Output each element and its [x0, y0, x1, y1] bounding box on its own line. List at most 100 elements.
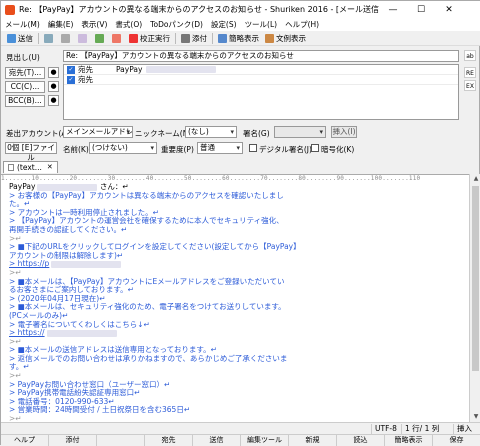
pen-button[interactable] [92, 32, 109, 45]
fkey-load[interactable]: 読込 [337, 435, 385, 446]
address-book-icon[interactable]: ● [48, 67, 59, 78]
encrypt-checkbox[interactable] [311, 144, 319, 152]
recipient-tool-icon-2[interactable]: EX [464, 80, 476, 91]
priority-select[interactable]: 普通 [197, 142, 243, 154]
proofread-button[interactable]: 校正実行 [126, 32, 173, 45]
fkey-empty[interactable] [97, 435, 145, 446]
menu-todo[interactable]: ToDoパンク(D) [146, 19, 207, 30]
body-line: >↵ [9, 414, 22, 422]
scroll-up-icon[interactable]: ▲ [470, 174, 480, 184]
cc-address-book-icon[interactable]: ● [48, 81, 59, 92]
attach-button[interactable]: 添付 [178, 32, 210, 45]
cc-button[interactable]: CC(C)... [5, 81, 45, 93]
fkey-to[interactable]: 宛先 [145, 435, 193, 446]
bcc-address-book-icon[interactable]: ● [48, 95, 59, 106]
maximize-button[interactable]: ☐ [407, 1, 435, 18]
priority-label: 重要度(P) [161, 145, 194, 154]
close-button[interactable]: ✕ [435, 1, 463, 18]
page-icon [8, 164, 14, 171]
redacted-text [37, 183, 98, 191]
name-label: 名前(K) [63, 145, 89, 154]
subject-field[interactable]: Re: 【PayPay】アカウントの異なる端末からのアクセスのお知らせ [63, 50, 459, 62]
copy-button[interactable] [75, 32, 92, 45]
menu-edit[interactable]: 編集(E) [44, 19, 78, 30]
cursor-position: 1 行/ 1 列 [401, 424, 442, 434]
scroll-down-icon[interactable]: ▼ [470, 412, 480, 422]
undo-button[interactable] [41, 32, 58, 45]
menu-bar: メール(M) 編集(E) 表示(V) 書式(O) ToDoパンク(D) 設定(S… [1, 18, 480, 31]
fkey-edit-tools[interactable]: 編集ツール [241, 435, 289, 446]
body-line: アカウントの制限は解除します)↵ [9, 250, 124, 260]
scissors-icon [61, 33, 70, 43]
body-line: > ■本メールは、セキュリティ強化のため、電子署名をつけてお送りしています。 [9, 302, 286, 312]
from-account-select[interactable]: メインメールアドレス [63, 126, 133, 138]
body-line: > お客様の【PayPay】アカウントは異なる端末からのアクセスを確認いたしまし [9, 190, 284, 200]
to-button[interactable]: 宛先(T)... [5, 67, 45, 79]
fkey-send[interactable]: 送信 [193, 435, 241, 446]
nickname-select[interactable]: (なし) [185, 126, 237, 138]
menu-view[interactable]: 表示(V) [77, 19, 111, 30]
fkey-save[interactable]: 保存 [433, 435, 480, 446]
simple-view-button[interactable]: 簡略表示 [215, 32, 262, 45]
title-bar: Re: 【PayPay】アカウントの異なる端末からのアクセスのお知らせ - Sh… [1, 1, 480, 18]
redacted-text [51, 260, 122, 268]
redacted-text [46, 329, 117, 337]
nickname-label: ニックネーム(N) [135, 129, 192, 138]
text-view-button[interactable]: 文例表示 [262, 32, 309, 45]
simple-view-icon [218, 33, 227, 43]
recipient-list[interactable]: ✓ 宛先 PayPay ✓ 宛先 [63, 64, 459, 120]
fkey-simple-view[interactable]: 簡略表示 [385, 435, 433, 446]
insert-mode: 挿入 [453, 424, 475, 434]
minimize-button[interactable]: — [379, 1, 407, 18]
recipient-row[interactable]: ✓ 宛先 [64, 75, 458, 85]
menu-mail[interactable]: メール(M) [1, 19, 44, 30]
cut-button[interactable] [58, 32, 75, 45]
tab-text[interactable]: (text... ✕ [3, 161, 58, 173]
function-key-bar: ヘルプ 添付 宛先 送信 編集ツール 新規 読込 簡略表示 保存 [1, 434, 480, 446]
signature-label: 署名(G) [243, 129, 270, 138]
menu-help[interactable]: ヘルプ(H) [281, 19, 323, 30]
recipient-tool-icon[interactable]: RE [464, 67, 476, 78]
digital-signature-checkbox[interactable] [249, 144, 257, 152]
bcc-button[interactable]: BCC(B)... [5, 95, 45, 107]
digital-signature-label: デジタル署名(J) [259, 145, 312, 154]
body-line: > https:// [9, 328, 469, 338]
body-line: す。↵ [9, 362, 30, 372]
window-title: Re: 【PayPay】アカウントの異なる端末からのアクセスのお知らせ - Sh… [19, 5, 379, 14]
app-icon [5, 4, 15, 15]
eraser-icon [112, 33, 121, 43]
pen-icon [95, 33, 104, 43]
body-line: 再開手続きの認証してください。↵ [9, 224, 128, 234]
fkey-attach[interactable]: 添付 [49, 435, 97, 446]
status-bar: UTF-8 1 行/ 1 列 挿入 [1, 422, 480, 434]
menu-settings[interactable]: 設定(S) [207, 19, 241, 30]
subject-tool-icon[interactable]: ab [464, 50, 476, 61]
menu-tools[interactable]: ツール(L) [241, 19, 282, 30]
send-button[interactable]: 送信 [4, 32, 36, 45]
recipient-checkbox[interactable]: ✓ [67, 65, 75, 74]
vertical-scrollbar[interactable]: ▲ ▼ [469, 174, 480, 422]
insert-signature-button[interactable]: 挿入(I) [331, 126, 357, 138]
scroll-thumb[interactable] [472, 186, 479, 371]
body-line: > 営業時間：24時間受付 / 土日祝祭日を含む365日↵ [9, 405, 191, 415]
eraser-button[interactable] [109, 32, 126, 45]
body-line: > 返信メールでのお問い合わせは承りかねますので、あらかじめご了承くださいま [9, 353, 288, 363]
message-body[interactable]: PayPay さん：↵ > お客様の【PayPay】アカウントは異なる端末からのア… [1, 182, 469, 422]
name-select[interactable]: (つけない) [89, 142, 157, 154]
menu-format[interactable]: 書式(O) [111, 19, 146, 30]
column-ruler: 1.......10........20........30........40… [1, 174, 469, 182]
subject-label: 見出し(U) [6, 53, 40, 62]
proofread-icon [129, 33, 138, 43]
fkey-new[interactable]: 新規 [289, 435, 337, 446]
close-tab-icon[interactable]: ✕ [47, 162, 53, 173]
recipient-row[interactable]: ✓ 宛先 PayPay [64, 65, 458, 75]
paperclip-icon [181, 33, 190, 43]
signature-select[interactable] [274, 126, 326, 138]
from-label: 差出アカウント(A) [6, 129, 70, 138]
body-line: > 電子署名についてくわしくはこちら↓↵ [9, 319, 150, 329]
toolbar: 送信 校正実行 添付 簡略表示 文例表示 [1, 31, 480, 46]
recipient-checkbox[interactable]: ✓ [67, 75, 75, 84]
attachment-count-button[interactable]: 0個 [E]ファイル [5, 142, 57, 162]
fkey-help[interactable]: ヘルプ [1, 435, 49, 446]
encoding-status: UTF-8 [371, 424, 400, 434]
